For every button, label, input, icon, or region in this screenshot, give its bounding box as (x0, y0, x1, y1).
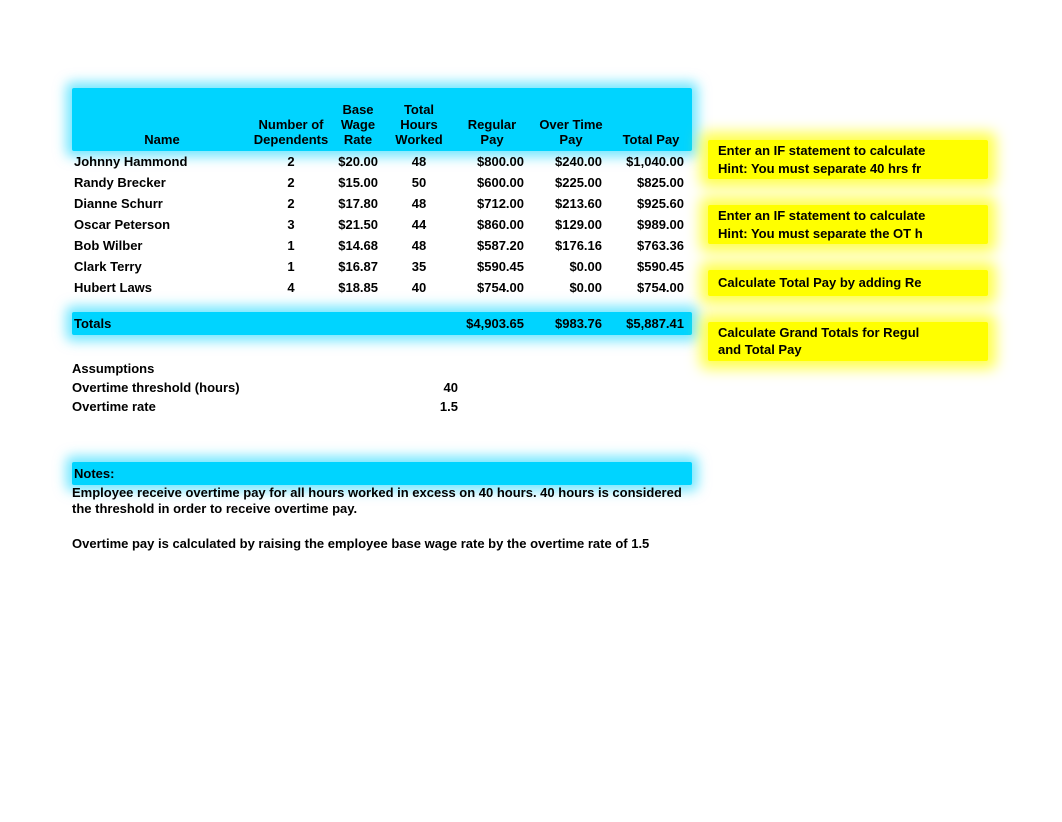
cell-hours: 48 (386, 196, 452, 211)
threshold-value: 40 (372, 380, 458, 395)
hint-overtime-pay: Enter an IF statement to calculate Hint:… (708, 205, 988, 244)
header-name: Name (72, 132, 252, 147)
header-dependents: Number of Dependents (252, 117, 330, 147)
cell-name: Oscar Peterson (72, 217, 252, 232)
header-regular: Regular Pay (452, 117, 532, 147)
cell-dependents: 3 (252, 217, 330, 232)
cell-overtime: $0.00 (532, 280, 610, 295)
cell-regular: $587.20 (452, 238, 532, 253)
cell-rate: $14.68 (330, 238, 386, 253)
cell-dependents: 1 (252, 259, 330, 274)
table-row: Randy Brecker2$15.0050$600.00$225.00$825… (72, 172, 692, 193)
cell-overtime: $225.00 (532, 175, 610, 190)
hint-regular-pay: Enter an IF statement to calculate Hint:… (708, 140, 988, 179)
cell-regular: $600.00 (452, 175, 532, 190)
cell-hours: 48 (386, 154, 452, 169)
cell-rate: $17.80 (330, 196, 386, 211)
cell-total: $754.00 (610, 280, 692, 295)
cell-rate: $18.85 (330, 280, 386, 295)
cell-overtime: $240.00 (532, 154, 610, 169)
cell-name: Johnny Hammond (72, 154, 252, 169)
table-header: Name Number of Dependents Base Wage Rate… (72, 88, 692, 151)
overtime-rate-value: 1.5 (372, 399, 458, 414)
header-total: Total Pay (610, 132, 692, 147)
cell-rate: $15.00 (330, 175, 386, 190)
cell-overtime: $176.16 (532, 238, 610, 253)
cell-total: $825.00 (610, 175, 692, 190)
table-row: Johnny Hammond2$20.0048$800.00$240.00$1,… (72, 151, 692, 172)
cell-hours: 48 (386, 238, 452, 253)
header-rate: Base Wage Rate (330, 102, 386, 147)
header-hours: Total Hours Worked (386, 102, 452, 147)
table-row: Bob Wilber1$14.6848$587.20$176.16$763.36 (72, 235, 692, 256)
cell-total: $1,040.00 (610, 154, 692, 169)
totals-total: $5,887.41 (610, 316, 692, 331)
cell-name: Bob Wilber (72, 238, 252, 253)
cell-dependents: 2 (252, 175, 330, 190)
overtime-rate-label: Overtime rate (72, 399, 372, 414)
cell-name: Dianne Schurr (72, 196, 252, 211)
notes-line-2: Overtime pay is calculated by raising th… (72, 536, 692, 552)
cell-regular: $754.00 (452, 280, 532, 295)
table-row: Dianne Schurr2$17.8048$712.00$213.60$925… (72, 193, 692, 214)
totals-regular: $4,903.65 (452, 316, 532, 331)
cell-dependents: 2 (252, 154, 330, 169)
notes-block: Notes: Employee receive overtime pay for… (72, 462, 692, 552)
cell-regular: $712.00 (452, 196, 532, 211)
cell-total: $763.36 (610, 238, 692, 253)
cell-dependents: 4 (252, 280, 330, 295)
cell-hours: 44 (386, 217, 452, 232)
cell-rate: $20.00 (330, 154, 386, 169)
assumptions-block: Assumptions Overtime threshold (hours) 4… (72, 359, 692, 416)
table-row: Clark Terry1$16.8735$590.45$0.00$590.45 (72, 256, 692, 277)
assumptions-title: Assumptions (72, 361, 372, 376)
notes-line-1: Employee receive overtime pay for all ho… (72, 485, 692, 518)
table-row: Oscar Peterson3$21.5044$860.00$129.00$98… (72, 214, 692, 235)
cell-name: Hubert Laws (72, 280, 252, 295)
totals-label: Totals (72, 316, 252, 331)
cell-hours: 50 (386, 175, 452, 190)
cell-total: $925.60 (610, 196, 692, 211)
cell-total: $590.45 (610, 259, 692, 274)
cell-regular: $590.45 (452, 259, 532, 274)
cell-rate: $16.87 (330, 259, 386, 274)
cell-hours: 40 (386, 280, 452, 295)
cell-dependents: 2 (252, 196, 330, 211)
header-overtime: Over Time Pay (532, 117, 610, 147)
cell-name: Randy Brecker (72, 175, 252, 190)
hints-panel: Enter an IF statement to calculate Hint:… (708, 140, 988, 387)
cell-total: $989.00 (610, 217, 692, 232)
table-body: Johnny Hammond2$20.0048$800.00$240.00$1,… (72, 151, 692, 298)
totals-overtime: $983.76 (532, 316, 610, 331)
cell-rate: $21.50 (330, 217, 386, 232)
cell-overtime: $129.00 (532, 217, 610, 232)
cell-name: Clark Terry (72, 259, 252, 274)
payroll-sheet: Name Number of Dependents Base Wage Rate… (72, 88, 692, 552)
cell-overtime: $0.00 (532, 259, 610, 274)
cell-hours: 35 (386, 259, 452, 274)
cell-regular: $860.00 (452, 217, 532, 232)
totals-row: Totals $4,903.65 $983.76 $5,887.41 (72, 312, 692, 335)
cell-overtime: $213.60 (532, 196, 610, 211)
hint-total-pay: Calculate Total Pay by adding Re (708, 270, 988, 296)
table-row: Hubert Laws4$18.8540$754.00$0.00$754.00 (72, 277, 692, 298)
threshold-label: Overtime threshold (hours) (72, 380, 372, 395)
cell-regular: $800.00 (452, 154, 532, 169)
cell-dependents: 1 (252, 238, 330, 253)
notes-title: Notes: (72, 462, 692, 485)
hint-grand-totals: Calculate Grand Totals for Regul and Tot… (708, 322, 988, 361)
